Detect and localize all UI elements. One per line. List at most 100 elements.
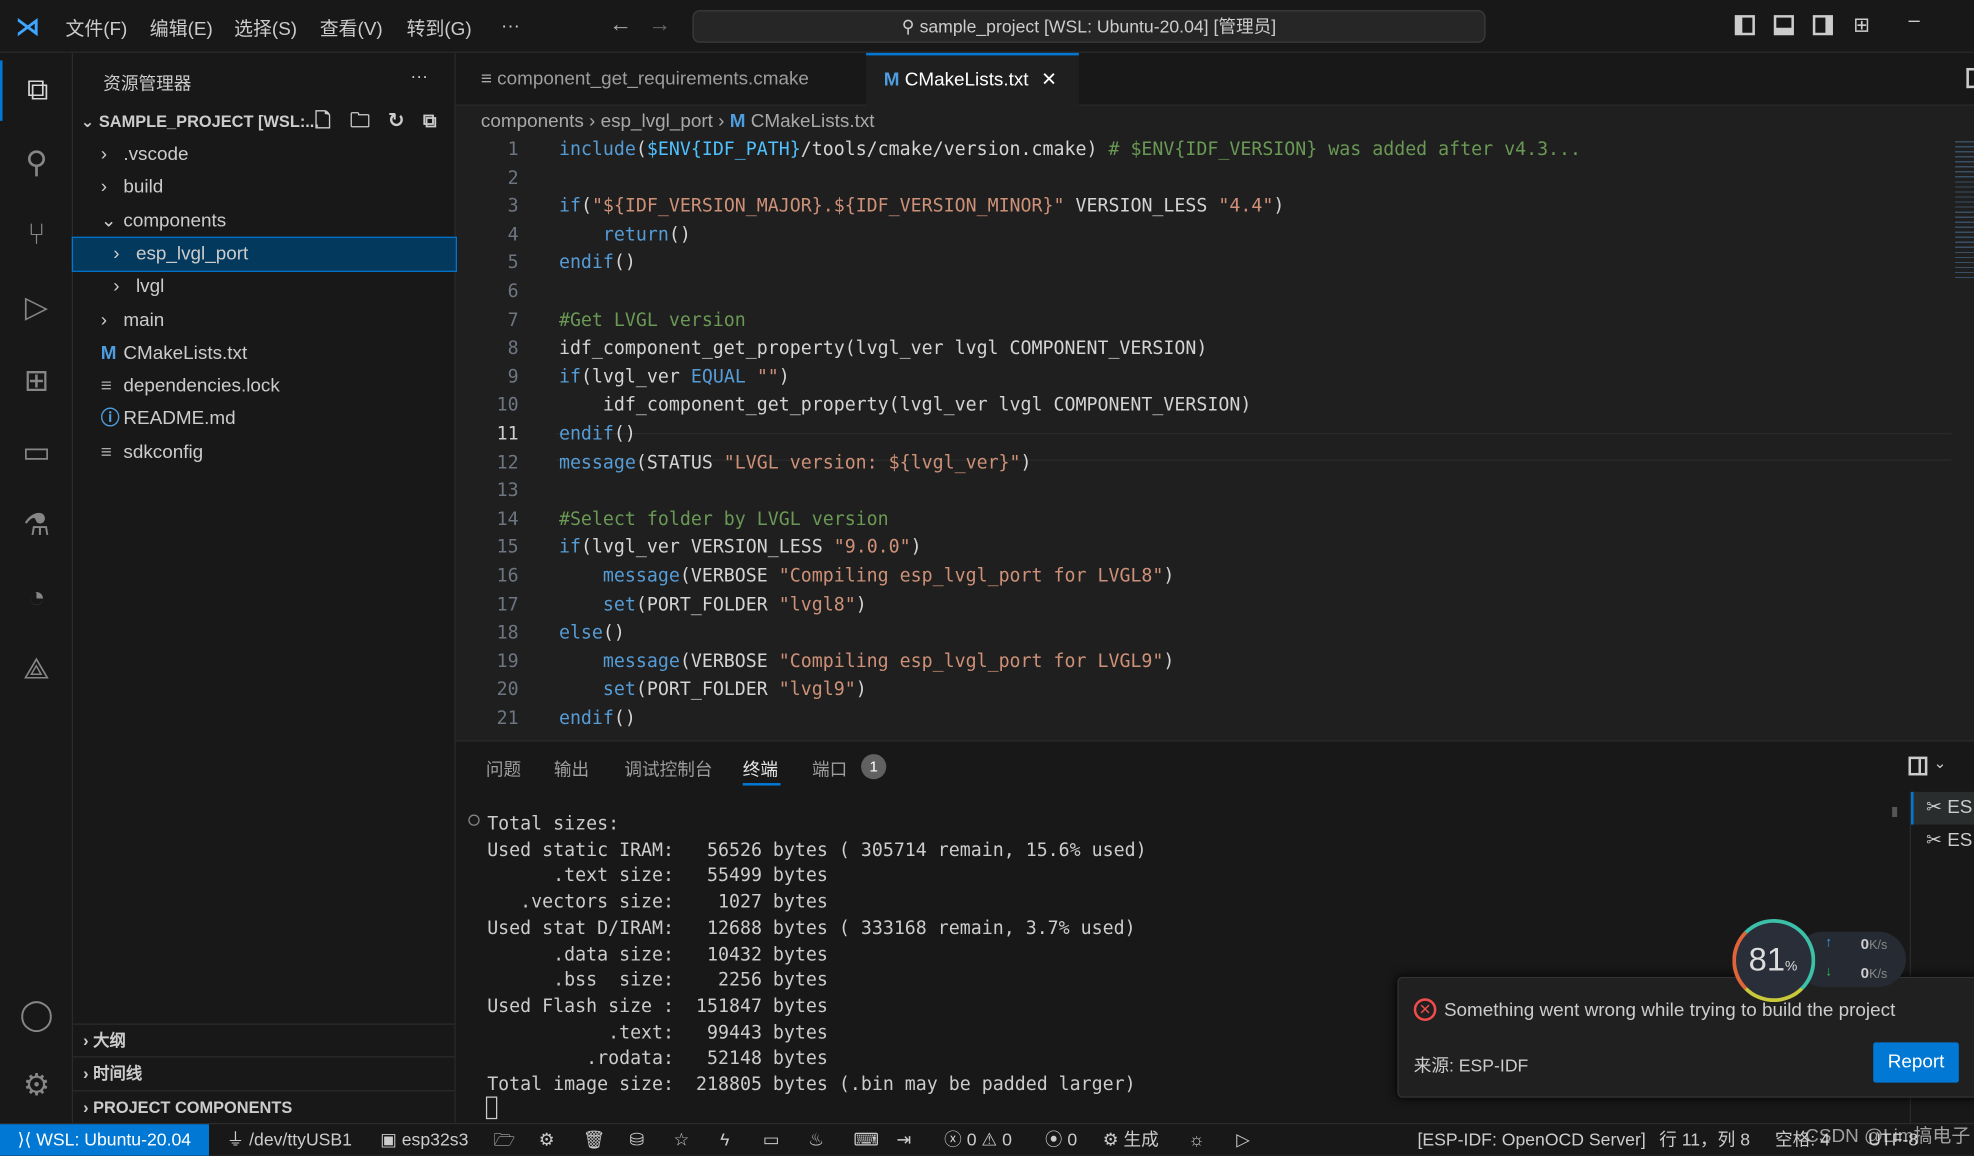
scrollbar[interactable] — [1892, 806, 1898, 818]
tree-item-label: sdkconfig — [123, 441, 204, 463]
tree-item[interactable]: ⌄ components — [73, 205, 456, 238]
tree-item[interactable]: › esp_lvgl_port — [71, 236, 457, 272]
tab-component-get-requirements[interactable]: ≡ component_get_requirements.cmake — [463, 53, 826, 106]
idf-icon[interactable]: ⟁ — [0, 640, 73, 700]
panel-tab[interactable]: 端口 — [812, 757, 847, 782]
code-token: "LVGL version: ${lvgl_ver}" — [723, 452, 1021, 473]
project-root[interactable]: ⌄ SAMPLE_PROJECT [WSL:... 🗋 🗀 ↻ ⧉ — [73, 106, 456, 139]
flame-icon[interactable]: ♨ — [808, 1124, 824, 1155]
code-token: "9.0.0" — [833, 538, 911, 559]
cursor-position[interactable]: 行 11，列 8 — [1659, 1124, 1750, 1155]
panel-tab[interactable]: 问题 — [486, 757, 521, 782]
database-icon[interactable]: ⛁ — [629, 1124, 644, 1155]
trash-icon[interactable]: 🗑 — [583, 1124, 605, 1155]
menu-item[interactable]: 文件(F) — [65, 15, 127, 41]
source-control-icon[interactable]: ⑂ — [0, 205, 73, 265]
terminal-list-item[interactable]: ✂ ES — [1911, 825, 1974, 858]
terminal-output[interactable]: Total sizes: Used static IRAM: 56526 byte… — [487, 812, 1146, 1099]
menu-item[interactable]: 编辑(E) — [150, 15, 213, 41]
command-center[interactable]: ⚲ sample_project [WSL: Ubuntu-20.04] [管理… — [692, 10, 1486, 43]
new-folder-icon[interactable]: 🗀 — [350, 106, 370, 139]
tree-item[interactable]: › .vscode — [73, 138, 456, 171]
accounts-icon[interactable]: ◯ — [0, 984, 73, 1044]
code-token: return — [602, 225, 669, 246]
code-token: #Select folder by LVGL version — [558, 509, 889, 530]
chevron-down-icon[interactable]: ⌄ — [1934, 754, 1947, 772]
close-icon[interactable]: ✕ — [1041, 69, 1057, 90]
monitor-icon[interactable]: ▭ — [763, 1124, 780, 1155]
sidebar-section[interactable]: › PROJECT COMPONENTS — [73, 1089, 456, 1123]
build-item[interactable]: ⚙ 生成 — [1103, 1124, 1159, 1155]
extensions-icon[interactable]: ⊞ — [0, 350, 73, 410]
menu-item[interactable]: 查看(V) — [320, 15, 383, 41]
terminal-list-item[interactable]: ✂ ES — [1911, 791, 1974, 825]
run-icon[interactable]: ▷ — [1236, 1124, 1250, 1155]
remote-explorer-icon[interactable]: ▭ — [0, 422, 73, 482]
breadcrumb-item[interactable]: CMakeLists.txt — [751, 111, 875, 132]
line-number: 21 — [496, 708, 519, 729]
tree-item[interactable]: › lvgl — [73, 271, 456, 304]
settings-icon[interactable]: ⚙ — [539, 1124, 555, 1155]
problems-item[interactable]: ⓧ 0 ⚠ 0 — [944, 1124, 1012, 1155]
toggle-secondary-sidebar-icon[interactable] — [1812, 15, 1833, 36]
back-arrow-icon[interactable]: ← — [609, 11, 632, 37]
flash-icon[interactable]: ϟ — [720, 1124, 729, 1155]
customize-layout-icon[interactable]: ⊞ — [1853, 13, 1870, 38]
target-item[interactable]: ▣ esp32s3 — [380, 1124, 468, 1155]
menu-item[interactable]: ··· — [501, 15, 520, 36]
serial-port-item[interactable]: ⏚ /dev/ttyUSB1 — [227, 1124, 352, 1155]
settings-gear-icon[interactable]: ⚙ — [0, 1055, 73, 1115]
star-icon[interactable]: ☆ — [674, 1124, 690, 1155]
line-number: 8 — [507, 338, 519, 360]
code-editor[interactable]: 1 include($ENV{IDF_PATH}/tools/cmake/vers… — [456, 138, 1954, 737]
tree-item[interactable]: › main — [73, 304, 456, 337]
search-icon[interactable]: ⚲ — [0, 133, 73, 193]
panel-tab[interactable]: 终端 — [743, 757, 778, 782]
upload-icon[interactable]: ⇥ — [896, 1124, 911, 1155]
toggle-panel-icon[interactable] — [1773, 15, 1794, 36]
terminal-line: Total image size: 218805 bytes (.bin may… — [487, 1075, 1136, 1096]
openocd-item[interactable]: [ESP-IDF: OpenOCD Server] — [1418, 1124, 1646, 1155]
folder-icon[interactable]: 🗁 — [493, 1124, 515, 1155]
minimap[interactable] — [1955, 140, 1974, 280]
report-button[interactable]: Report — [1873, 1042, 1959, 1083]
sidebar-section[interactable]: › 大纲 — [73, 1023, 456, 1056]
tree-item[interactable]: ≡ sdkconfig — [73, 436, 456, 469]
collapse-all-icon[interactable]: ⧉ — [423, 106, 436, 139]
title-bar: ⋊ ← → ⚲ sample_project [WSL: Ubuntu-20.0… — [0, 0, 1974, 53]
code-token: ( — [580, 196, 592, 217]
tree-item[interactable]: ≡ dependencies.lock — [73, 370, 456, 403]
breadcrumb-item[interactable]: components — [481, 111, 584, 132]
code-token: VERSION_LESS — [1064, 196, 1219, 217]
testing-icon[interactable]: ⚗ — [0, 495, 73, 555]
tree-item[interactable]: M CMakeLists.txt — [73, 337, 456, 370]
sidebar-section[interactable]: › 时间线 — [73, 1056, 456, 1090]
panel-tab[interactable]: 输出 — [554, 757, 589, 782]
split-terminal-icon[interactable] — [1908, 756, 1928, 776]
espressif-icon[interactable]: ◔ — [0, 567, 73, 627]
breadcrumb-item[interactable]: esp_lvgl_port — [601, 111, 713, 132]
split-editor-icon[interactable] — [1966, 67, 1974, 89]
tree-item[interactable]: ⓘ README.md — [73, 403, 456, 436]
new-file-icon[interactable]: 🗋 — [315, 106, 331, 139]
ports-item[interactable]: ⦿ 0 — [1045, 1124, 1077, 1155]
terminal-line: Total sizes: — [487, 814, 620, 835]
toggle-sidebar-icon[interactable] — [1734, 15, 1755, 36]
tree-item[interactable]: › build — [73, 172, 456, 205]
forward-arrow-icon[interactable]: → — [648, 11, 671, 37]
tab-cmakelists[interactable]: M CMakeLists.txt ✕ — [866, 52, 1079, 106]
panel-tab[interactable]: 调试控制台 — [624, 757, 712, 782]
notification-message: Something went wrong while trying to bui… — [1443, 999, 1896, 1021]
menu-item[interactable]: 选择(S) — [234, 15, 297, 41]
remote-indicator[interactable]: ⟩⟨ WSL: Ubuntu-20.04 — [0, 1124, 209, 1156]
minimize-button[interactable]: – — [1908, 10, 1919, 33]
debug-icon[interactable]: ☼ — [1188, 1124, 1204, 1155]
run-debug-icon[interactable]: ▷ — [0, 278, 73, 338]
menu-item[interactable]: 转到(G) — [407, 15, 472, 41]
more-actions-button[interactable]: ··· — [410, 65, 428, 85]
download-arrow-icon: ↓ — [1825, 964, 1833, 980]
refresh-icon[interactable]: ↻ — [388, 106, 405, 139]
terminal-icon[interactable]: ⌨ — [854, 1124, 879, 1155]
files-icon[interactable]: ⧉ — [0, 60, 73, 121]
code-token: "lvgl9" — [778, 680, 856, 701]
